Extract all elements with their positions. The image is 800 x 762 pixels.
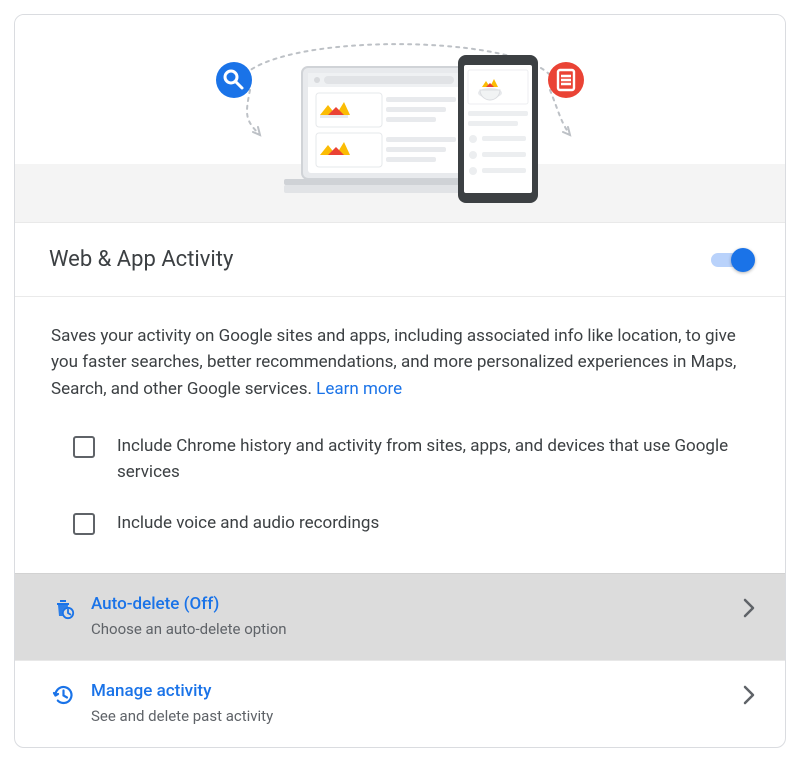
chevron-right-icon [743,685,755,709]
checkbox-icon[interactable] [73,436,95,458]
auto-delete-title: Auto-delete (Off) [91,594,743,614]
checkbox-icon[interactable] [73,513,95,535]
phone-illustration [458,55,538,203]
title-row: Web & App Activity [15,223,785,297]
checkbox-list: Include Chrome history and activity from… [15,410,785,573]
hero-illustration [15,15,785,223]
manage-activity-text: Manage activity See and delete past acti… [91,681,743,725]
checkbox-row-voice-audio[interactable]: Include voice and audio recordings [51,497,749,549]
auto-delete-text: Auto-delete (Off) Choose an auto-delete … [91,594,743,638]
manage-activity-title: Manage activity [91,681,743,701]
search-icon [216,62,252,98]
checkbox-label: Include Chrome history and activity from… [117,434,749,485]
activity-card: Web & App Activity Saves your activity o… [14,14,786,748]
auto-delete-subtitle: Choose an auto-delete option [91,620,743,638]
chevron-right-icon [743,598,755,622]
learn-more-link[interactable]: Learn more [316,379,402,399]
activity-toggle[interactable] [711,250,753,270]
manage-activity-subtitle: See and delete past activity [91,707,743,725]
document-icon [548,62,584,98]
history-icon [51,683,75,707]
auto-delete-row[interactable]: Auto-delete (Off) Choose an auto-delete … [15,573,785,660]
manage-activity-row[interactable]: Manage activity See and delete past acti… [15,660,785,747]
auto-delete-icon [51,596,75,620]
description: Saves your activity on Google sites and … [15,297,785,410]
section-title: Web & App Activity [49,247,711,272]
checkbox-row-chrome-history[interactable]: Include Chrome history and activity from… [51,420,749,497]
checkbox-label: Include voice and audio recordings [117,511,379,537]
